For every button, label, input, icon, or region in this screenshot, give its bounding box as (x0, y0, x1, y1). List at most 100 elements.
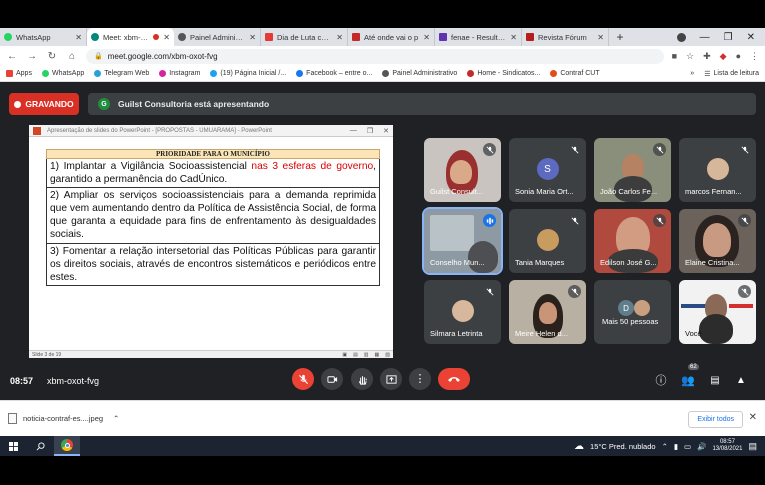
participant-name: Mais 50 pessoas (602, 317, 659, 326)
close-icon[interactable]: ✕ (510, 33, 517, 42)
back-button[interactable]: ← (6, 51, 18, 62)
notifications-icon[interactable]: ▤ (748, 441, 757, 452)
download-item[interactable]: noticia-contraf-es....jpeg ⌃ (8, 413, 119, 424)
address-bar[interactable]: 🔒 meet.google.com/xbm-oxot-fvg (86, 48, 664, 64)
clock-time: 08:57 (719, 439, 735, 445)
close-icon[interactable]: ✕ (597, 33, 604, 42)
home-button[interactable]: ⌂ (66, 51, 78, 62)
search-button[interactable] (26, 441, 54, 451)
globe-icon (178, 33, 186, 41)
tab-label: Meet: xbm-oxot-fvg (103, 32, 149, 42)
chevron-up-icon[interactable]: ⌃ (113, 414, 119, 423)
participant-tile[interactable]: Conselho Mun... (422, 207, 503, 275)
participant-tile[interactable]: Elaine Cristina... (679, 209, 756, 273)
participant-tile[interactable]: João Carlos Fe... (594, 138, 671, 202)
windows-icon (8, 441, 18, 451)
slide-content: PRIORIDADE PARA O MUNICÍPIO 1) Implantar… (46, 149, 380, 286)
participant-name: Tania Marques (515, 258, 565, 267)
present-now-button[interactable] (380, 368, 402, 390)
chevron-up-icon[interactable]: ⌃ (662, 442, 668, 451)
close-downloads-button[interactable]: ✕ (749, 412, 757, 423)
tab-fenae[interactable]: fenae - Resultados ✕ (435, 28, 522, 46)
leave-call-button[interactable] (438, 368, 470, 390)
network-icon[interactable]: ▭ (684, 442, 691, 451)
drop-icon (467, 70, 475, 77)
tab-painel[interactable]: Painel Administrativo ✕ (174, 28, 261, 46)
participant-tile[interactable]: Tania Marques (509, 209, 586, 273)
bookmark-contraf[interactable]: Contraf CUT (550, 70, 600, 77)
close-window-button[interactable]: ✕ (747, 32, 755, 43)
clock-date: 13/08/2021 (712, 446, 743, 452)
participant-tile[interactable]: Meire Helen d... (509, 280, 586, 344)
participant-tile[interactable]: S Sonia Maria Ort... (509, 138, 586, 202)
extensions-icon[interactable]: ✚ (703, 51, 711, 62)
participants-button[interactable]: 👥 (681, 373, 695, 387)
reload-button[interactable]: ↻ (46, 51, 58, 62)
close-icon[interactable]: ✕ (163, 33, 170, 42)
bookmark-telegram[interactable]: Telegram Web (94, 70, 149, 77)
mic-off-icon (568, 214, 581, 227)
participant-tile[interactable]: Guilst Consult... (424, 138, 501, 202)
participant-name: Edilson José G... (600, 258, 657, 267)
bookmarks-bar: Apps WhatsApp Telegram Web Instagram (19… (0, 66, 765, 82)
camera-button[interactable] (321, 368, 343, 390)
mic-off-icon (738, 214, 751, 227)
activities-button[interactable]: ▲ (734, 373, 748, 387)
clock[interactable]: 08:57 13/08/2021 (712, 439, 742, 453)
more-options-button[interactable]: ⋮ (409, 368, 431, 390)
tab-label: WhatsApp (16, 32, 51, 42)
self-view-tile[interactable]: Você (679, 280, 756, 344)
bookmark-whatsapp[interactable]: WhatsApp (41, 70, 84, 77)
chrome-taskbar-button[interactable] (54, 436, 80, 456)
camera-icon[interactable]: ■ (672, 51, 677, 61)
bookmark-facebook[interactable]: Facebook – entre o... (296, 70, 372, 77)
bookmark-label: Apps (16, 70, 32, 77)
security-icon[interactable]: ▮ (674, 442, 678, 451)
recording-badge: GRAVANDO (9, 93, 79, 115)
menu-icon[interactable]: ⋮ (750, 51, 759, 62)
tab-whatsapp[interactable]: WhatsApp ✕ (0, 28, 87, 46)
weather-text[interactable]: 15°C Pred. nublado (590, 442, 656, 451)
tab-ate-onde[interactable]: Até onde vai o p ✕ (348, 28, 435, 46)
close-icon[interactable]: ✕ (249, 33, 256, 42)
participant-tile[interactable]: Silmara Letrinta (424, 280, 501, 344)
tab-dia-de-luta[interactable]: Dia de Luta contra ✕ (261, 28, 348, 46)
forward-button[interactable]: → (26, 51, 38, 62)
bookmark-twitter[interactable]: (19) Página Inicial /... (210, 70, 286, 77)
tab-search-icon[interactable] (676, 32, 686, 42)
meet-area: GRAVANDO G Guilst Consultoria está apres… (0, 82, 765, 400)
extension-icon[interactable]: ◆ (720, 51, 727, 62)
participant-tile[interactable]: Edilson José G... (594, 209, 671, 273)
tab-meet[interactable]: Meet: xbm-oxot-fvg ✕ (87, 28, 174, 46)
profile-icon[interactable]: ● (736, 51, 741, 61)
participant-name: Meire Helen d... (515, 329, 568, 338)
slide-status-bar: Slide 3 de 19 ▣ ▤ ▥ ▦ ▧ (29, 350, 393, 358)
bookmark-instagram[interactable]: Instagram (159, 70, 200, 77)
chat-button[interactable]: ▤ (708, 373, 722, 387)
bookmark-sindicatos[interactable]: Home - Sindicatos... (467, 70, 540, 77)
more-bookmarks-icon[interactable]: » (690, 70, 694, 77)
new-tab-button[interactable]: + (609, 28, 631, 46)
meeting-details-button[interactable]: ⓘ (654, 373, 668, 387)
maximize-button[interactable]: ❐ (724, 32, 733, 43)
close-icon[interactable]: ✕ (336, 33, 343, 42)
volume-icon[interactable]: 🔊 (697, 442, 706, 451)
bookmark-apps[interactable]: Apps (6, 70, 32, 77)
participant-tile[interactable]: marcos Fernan... (679, 138, 756, 202)
close-icon[interactable]: ✕ (423, 33, 430, 42)
raise-hand-button[interactable] (351, 368, 373, 390)
minimize-button[interactable]: — (700, 32, 710, 43)
tab-revista-forum[interactable]: Revista Fórum ✕ (522, 28, 609, 46)
participant-name: Conselho Mun... (430, 258, 485, 267)
record-dot-icon (14, 100, 22, 108)
show-all-button[interactable]: Exibir todos (688, 411, 743, 428)
reading-list[interactable]: ☰ Lista de leitura (704, 70, 759, 78)
close-icon[interactable]: ✕ (75, 33, 82, 42)
present-icon (385, 374, 397, 384)
star-icon[interactable]: ☆ (686, 51, 694, 62)
microphone-off-button[interactable] (292, 368, 314, 390)
bookmark-painel[interactable]: Painel Administrativo (382, 70, 457, 77)
mic-off-icon (653, 214, 666, 227)
start-button[interactable] (0, 441, 26, 451)
more-participants-tile[interactable]: D Mais 50 pessoas (594, 280, 671, 344)
